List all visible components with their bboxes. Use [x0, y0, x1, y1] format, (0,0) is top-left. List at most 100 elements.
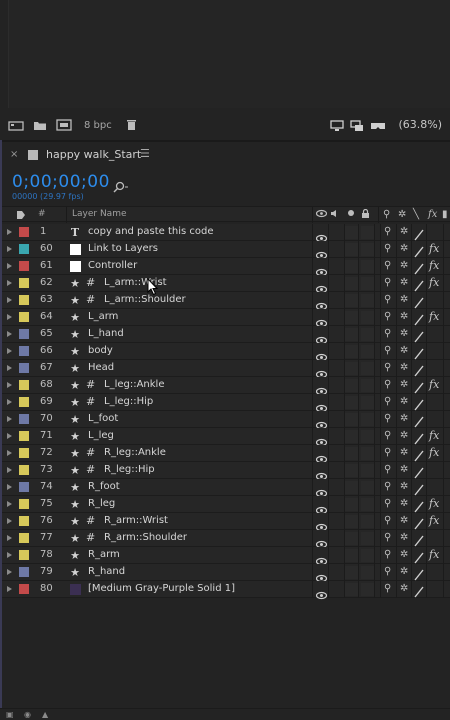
solo-switch[interactable]: [345, 328, 358, 341]
new-composition-icon[interactable]: [56, 119, 72, 131]
label-color-swatch[interactable]: [19, 567, 29, 577]
solo-switch[interactable]: [345, 481, 358, 494]
lock-switch[interactable]: [361, 430, 374, 443]
shy-icon[interactable]: ⚲: [384, 345, 391, 356]
collapse-transform-icon[interactable]: ✲: [400, 464, 408, 475]
expand-arrow-icon[interactable]: [7, 552, 12, 558]
collapse-transform-icon[interactable]: ✲: [400, 481, 408, 492]
shy-icon[interactable]: ⚲: [384, 328, 391, 339]
layer-row[interactable]: 71 ★ L_leg ⚲ ✲ fx: [0, 428, 450, 447]
collapse-transform-icon[interactable]: ✲: [400, 277, 408, 288]
label-color-swatch[interactable]: [19, 465, 29, 475]
shy-icon[interactable]: ⚲: [384, 481, 391, 492]
effect-fx-icon[interactable]: fx: [429, 310, 439, 323]
layer-name[interactable]: L_arm::Shoulder: [104, 294, 186, 305]
effect-fx-icon[interactable]: fx: [429, 548, 439, 561]
expand-arrow-icon[interactable]: [7, 365, 12, 371]
solo-switch[interactable]: [345, 515, 358, 528]
solo-switch[interactable]: [345, 294, 358, 307]
solo-dot-icon[interactable]: [347, 209, 355, 220]
expand-arrow-icon[interactable]: [7, 314, 12, 320]
lock-switch[interactable]: [361, 345, 374, 358]
effect-fx-icon[interactable]: fx: [429, 276, 439, 289]
shy-icon[interactable]: ⚲: [384, 260, 391, 271]
expand-arrow-icon[interactable]: [7, 229, 12, 235]
shy-icon[interactable]: ⚲: [384, 447, 391, 458]
collapse-transform-icon[interactable]: ✲: [398, 209, 406, 220]
collapse-transform-icon[interactable]: ✲: [400, 311, 408, 322]
solo-switch[interactable]: [345, 583, 358, 596]
shy-icon[interactable]: ⚲: [384, 362, 391, 373]
monitor-icon[interactable]: [330, 117, 344, 136]
collapse-transform-icon[interactable]: ✲: [400, 447, 408, 458]
expand-arrow-icon[interactable]: [7, 518, 12, 524]
label-color-swatch[interactable]: [19, 312, 29, 322]
layer-row[interactable]: 61 Controller ⚲ ✲ fx: [0, 258, 450, 277]
collapse-transform-icon[interactable]: ✲: [400, 583, 408, 594]
label-color-swatch[interactable]: [19, 329, 29, 339]
layer-name[interactable]: L_arm: [88, 311, 118, 322]
layer-name[interactable]: L_hand: [88, 328, 124, 339]
solo-switch[interactable]: [345, 566, 358, 579]
shy-icon[interactable]: ⚲: [384, 464, 391, 475]
expand-arrow-icon[interactable]: [7, 263, 12, 269]
expand-arrow-icon[interactable]: [7, 433, 12, 439]
collapse-transform-icon[interactable]: ✲: [400, 498, 408, 509]
layer-row[interactable]: 73 ★ # R_leg::Hip ⚲ ✲: [0, 462, 450, 481]
lock-switch[interactable]: [361, 447, 374, 460]
lock-switch[interactable]: [361, 515, 374, 528]
solo-switch[interactable]: [345, 464, 358, 477]
layer-row[interactable]: 69 ★ # L_leg::Hip ⚲ ✲: [0, 394, 450, 413]
lock-switch[interactable]: [361, 328, 374, 341]
solo-switch[interactable]: [345, 532, 358, 545]
lock-switch[interactable]: [361, 362, 374, 375]
in-out-toggle-icon[interactable]: ▲: [42, 710, 48, 719]
bit-depth-button[interactable]: 8 bpc: [84, 120, 112, 131]
lock-switch[interactable]: [361, 464, 374, 477]
label-color-swatch[interactable]: [19, 431, 29, 441]
expand-arrow-icon[interactable]: [7, 586, 12, 592]
shy-icon[interactable]: ⚲: [384, 515, 391, 526]
label-color-swatch[interactable]: [19, 261, 29, 271]
switches-toggle-icon[interactable]: ◉: [24, 710, 31, 719]
zoom-level[interactable]: (63.8%): [398, 118, 442, 131]
lock-switch[interactable]: [361, 498, 374, 511]
lock-switch[interactable]: [361, 294, 374, 307]
label-color-swatch[interactable]: [19, 346, 29, 356]
close-icon[interactable]: ×: [10, 149, 18, 160]
solo-switch[interactable]: [345, 379, 358, 392]
visibility-eye-icon[interactable]: [315, 585, 328, 604]
shy-icon[interactable]: ⚲: [384, 583, 391, 594]
layer-row[interactable]: 72 ★ # R_leg::Ankle ⚲ ✲ fx: [0, 445, 450, 464]
lock-switch[interactable]: [361, 583, 374, 596]
solo-switch[interactable]: [345, 226, 358, 239]
solo-switch[interactable]: [345, 549, 358, 562]
layer-row[interactable]: 76 ★ # R_arm::Wrist ⚲ ✲ fx: [0, 513, 450, 532]
shy-icon[interactable]: ⚲: [384, 498, 391, 509]
collapse-transform-icon[interactable]: ✲: [400, 260, 408, 271]
frame-blending-icon[interactable]: ▮: [442, 209, 448, 220]
expand-arrow-icon[interactable]: [7, 484, 12, 490]
layer-row[interactable]: 64 ★ L_arm ⚲ ✲ fx: [0, 309, 450, 328]
lock-switch[interactable]: [361, 413, 374, 426]
lock-switch[interactable]: [361, 226, 374, 239]
label-color-swatch[interactable]: [19, 550, 29, 560]
label-color-swatch[interactable]: [19, 499, 29, 509]
label-color-swatch[interactable]: [19, 278, 29, 288]
label-color-swatch[interactable]: [19, 244, 29, 254]
layer-name[interactable]: R_hand: [88, 566, 125, 577]
audio-speaker-icon[interactable]: [330, 209, 340, 221]
label-color-swatch[interactable]: [19, 516, 29, 526]
new-folder-icon[interactable]: [32, 119, 48, 131]
collapse-transform-icon[interactable]: ✲: [400, 430, 408, 441]
search-icon[interactable]: [112, 178, 130, 197]
expand-arrow-icon[interactable]: [7, 501, 12, 507]
solo-switch[interactable]: [345, 362, 358, 375]
layer-name[interactable]: L_leg: [88, 430, 114, 441]
lock-icon[interactable]: [361, 208, 370, 222]
shy-icon[interactable]: ⚲: [384, 430, 391, 441]
layer-name[interactable]: copy and paste this code: [88, 226, 214, 237]
layer-row[interactable]: 66 ★ body ⚲ ✲: [0, 343, 450, 362]
lock-switch[interactable]: [361, 396, 374, 409]
expand-arrow-icon[interactable]: [7, 297, 12, 303]
